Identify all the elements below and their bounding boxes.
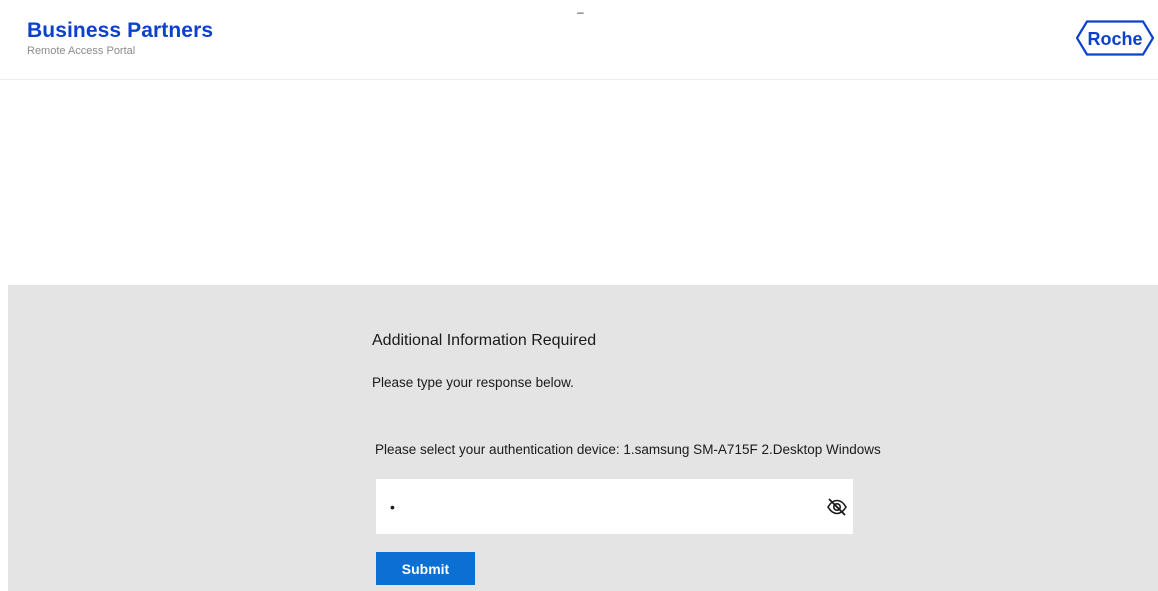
submit-button[interactable]: Submit xyxy=(376,552,475,585)
brand-title[interactable]: Business Partners xyxy=(27,19,213,43)
header: Business Partners Remote Access Portal –… xyxy=(0,0,1158,80)
device-prompt: Please select your authentication device… xyxy=(375,442,881,457)
page: Business Partners Remote Access Portal –… xyxy=(0,0,1158,591)
response-input[interactable] xyxy=(376,479,796,534)
eye-slash-icon[interactable] xyxy=(826,497,848,517)
response-field xyxy=(376,479,853,534)
roche-logo-text: Roche xyxy=(1087,29,1142,49)
panel-title: Additional Information Required xyxy=(372,332,597,349)
roche-logo: Roche xyxy=(1076,20,1154,56)
auth-panel: Additional Information Required Please t… xyxy=(8,285,1158,591)
roche-logo-hexagon: Roche xyxy=(1076,20,1154,56)
top-mark: – xyxy=(577,5,584,19)
brand-subtitle: Remote Access Portal xyxy=(27,45,136,57)
panel-instruction: Please type your response below. xyxy=(372,375,574,390)
